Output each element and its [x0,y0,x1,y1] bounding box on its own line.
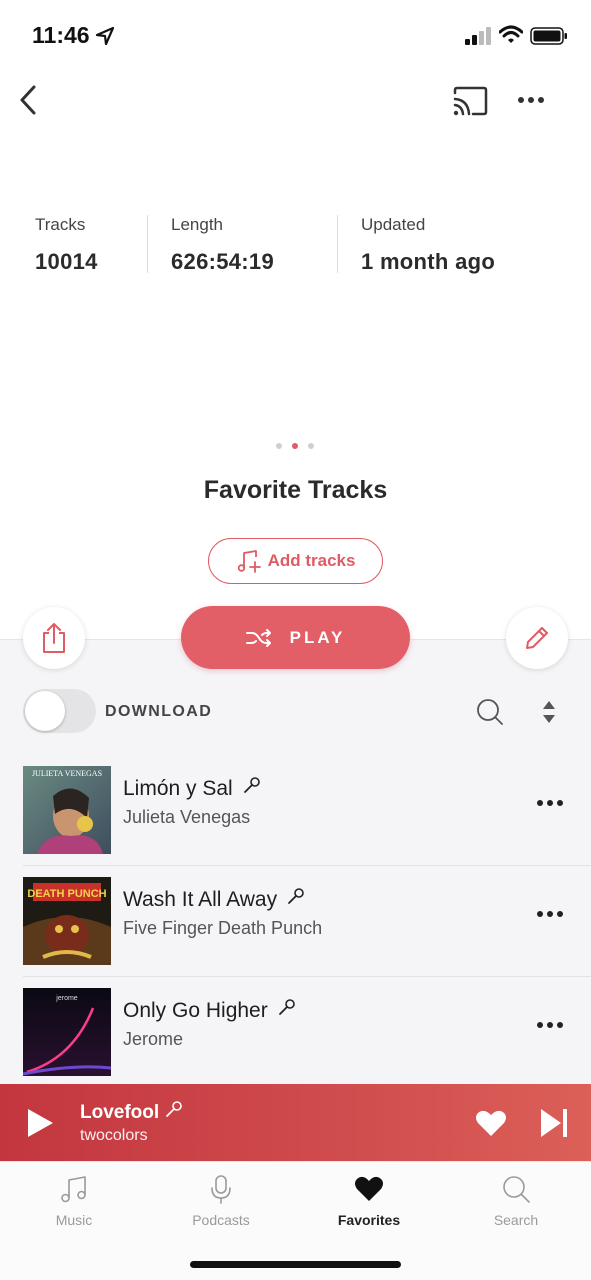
sort-icon[interactable] [540,699,558,725]
pencil-icon [526,627,548,649]
now-playing-artist: twocolors [80,1127,148,1144]
stat-divider [147,215,148,273]
search-icon [503,1176,530,1203]
tab-label: Podcasts [192,1212,250,1228]
tab-music[interactable]: Music [19,1174,129,1228]
album-art-text: jerome [55,995,78,1002]
play-label: PLAY [289,627,346,647]
edit-button[interactable] [506,607,568,669]
home-indicator [190,1261,401,1268]
stat-tracks: Tracks 10014 [35,215,98,275]
divider [23,976,591,977]
microphone-icon [211,1175,231,1204]
stat-updated: Updated 1 month ago [361,215,495,275]
track-artist: Five Finger Death Punch [123,918,323,938]
now-playing-title: Lovefool [80,1100,183,1124]
status-bar: 11:46 [0,0,591,70]
download-toggle[interactable] [23,689,96,733]
tab-search[interactable]: Search [461,1174,571,1228]
lyrics-microphone-icon [288,888,304,904]
status-time: 11:46 [32,22,90,48]
heart-icon[interactable] [475,1108,507,1138]
stat-value: 626:54:19 [171,249,274,274]
track-title-text: Limón y Sal [123,777,233,800]
lyrics-microphone-icon [166,1101,182,1117]
tab-favorites[interactable]: Favorites [314,1174,424,1228]
play-icon[interactable] [26,1108,54,1138]
track-more-icon[interactable] [536,1020,564,1030]
page-dot[interactable] [276,443,282,449]
track-title-text: Wash It All Away [123,888,278,911]
album-art: DEATH PUNCH [23,877,111,965]
page-dot[interactable] [308,443,314,449]
track-title-text: Only Go Higher [123,999,268,1022]
back-button[interactable] [14,84,46,116]
album-art-text: DEATH PUNCH [27,888,106,900]
track-title: Limón y Sal [123,776,261,801]
track-artist: Julieta Venegas [123,807,251,827]
shuffle-icon [245,628,271,647]
mini-player[interactable]: Lovefool twocolors [0,1084,591,1161]
battery-icon [530,27,567,45]
more-options-icon[interactable] [515,88,547,112]
share-button[interactable] [23,607,85,669]
stat-value: 10014 [35,249,98,274]
stat-divider [337,215,338,273]
lyrics-microphone-icon [243,777,260,793]
stat-label: Updated [361,215,426,234]
album-art: JULIETA VENEGAS [23,766,111,854]
track-more-icon[interactable] [536,909,564,919]
location-arrow-icon [95,26,115,46]
track-artist: Jerome [123,1029,184,1049]
track-row[interactable]: DEATH PUNCH Wash It All Away Five Finger… [0,867,591,977]
tab-label: Music [55,1212,93,1228]
share-icon [43,623,65,653]
track-row[interactable]: JULIETA VENEGAS Limón y Sal Julieta Vene… [0,756,591,866]
lyrics-microphone-icon [278,999,295,1015]
page-indicator[interactable] [276,443,314,449]
tab-podcasts[interactable]: Podcasts [166,1174,276,1228]
track-row[interactable]: jerome Only Go Higher Jerome [0,978,591,1088]
cellular-signal-icon [465,27,491,45]
track-title: Wash It All Away [123,887,305,912]
playlist-title: Favorite Tracks [203,476,388,504]
search-icon[interactable] [476,698,504,726]
stat-value: 1 month ago [361,249,496,274]
add-music-icon [237,550,261,573]
add-tracks-button[interactable]: Add tracks [208,538,383,584]
wifi-icon [499,25,523,43]
heart-icon [355,1176,383,1201]
track-title: Only Go Higher [123,998,296,1023]
tab-label: Favorites [337,1212,401,1228]
play-shuffle-button[interactable]: PLAY [181,606,410,669]
tab-label: Search [493,1212,539,1228]
stat-length: Length 626:54:19 [171,215,274,275]
add-tracks-label: Add tracks [267,551,356,570]
stat-label: Tracks [35,215,86,234]
page-dot-active[interactable] [292,443,298,449]
now-playing-title-text: Lovefool [80,1102,160,1123]
divider [23,865,591,866]
stat-label: Length [171,215,223,234]
toggle-knob [25,691,65,731]
music-note-icon [61,1176,86,1203]
album-art-text: JULIETA VENEGAS [32,769,102,778]
track-more-icon[interactable] [536,798,564,808]
skip-next-icon[interactable] [540,1108,568,1138]
album-art: jerome [23,988,111,1076]
cast-icon[interactable] [452,86,488,116]
download-label: DOWNLOAD [105,703,213,720]
